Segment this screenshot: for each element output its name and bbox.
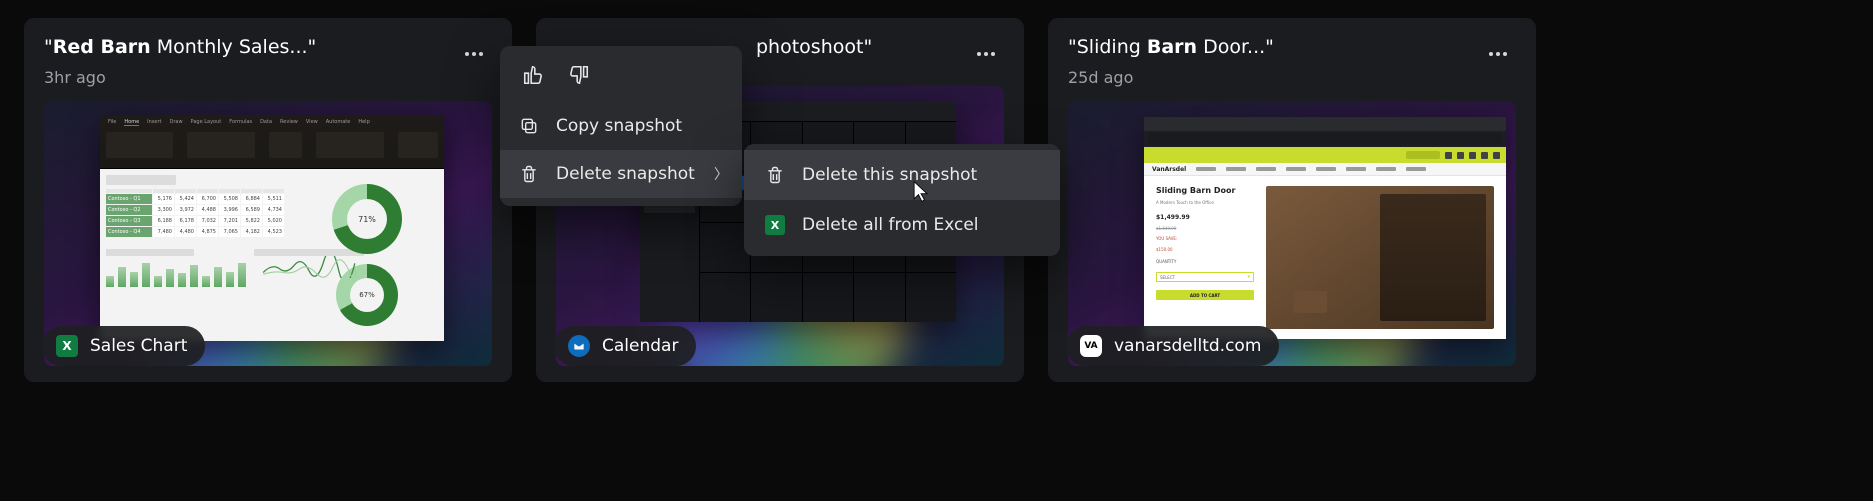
excel-window-mock: FileHomeInsertDrawPage LayoutFormulasDat…	[100, 115, 444, 341]
card-more-button[interactable]	[1480, 36, 1516, 72]
card-title: "Red Barn Monthly Sales..."	[44, 36, 316, 58]
card-title: photoshoot"	[756, 36, 872, 58]
ellipsis-icon	[977, 52, 995, 56]
trash-icon	[518, 163, 540, 185]
source-badge[interactable]: X Sales Chart	[42, 326, 205, 366]
ellipsis-icon	[1489, 52, 1507, 56]
donut-chart: 71%	[332, 184, 402, 254]
card-timestamp: 25d ago	[1068, 68, 1274, 87]
thumbs-up-icon	[522, 64, 544, 86]
browser-window-mock: VanArsdel Sliding Barn Door A Modern Tou…	[1144, 117, 1506, 339]
card-timestamp: 3hr ago	[44, 68, 316, 87]
snapshot-context-menu: Copy snapshot Delete snapshot 〉	[500, 46, 742, 206]
ellipsis-icon	[465, 52, 483, 56]
snapshot-card[interactable]: "Sliding Barn Door..." 25d ago VanArsdel	[1048, 18, 1536, 382]
snapshot-card[interactable]: "Red Barn Monthly Sales..." 3hr ago File…	[24, 18, 512, 382]
source-badge[interactable]: VA vanarsdelltd.com	[1066, 326, 1279, 366]
thumbs-up-button[interactable]	[518, 60, 548, 90]
card-more-button[interactable]	[968, 36, 1004, 72]
menu-delete-all-from-excel[interactable]: X Delete all from Excel	[744, 200, 1060, 250]
excel-icon: X	[56, 335, 78, 357]
trash-icon	[764, 164, 786, 186]
badge-label: Calendar	[602, 336, 678, 356]
badge-label: Sales Chart	[90, 336, 187, 356]
excel-icon: X	[764, 214, 786, 236]
menu-copy-snapshot[interactable]: Copy snapshot	[500, 102, 742, 150]
source-badge[interactable]: Calendar	[554, 326, 696, 366]
thumbs-down-icon	[568, 64, 590, 86]
cursor-icon	[912, 180, 930, 204]
card-title: "Sliding Barn Door..."	[1068, 36, 1274, 58]
outlook-icon	[568, 335, 590, 357]
menu-delete-this-snapshot[interactable]: Delete this snapshot	[744, 150, 1060, 200]
card-more-button[interactable]	[456, 36, 492, 72]
menu-delete-snapshot[interactable]: Delete snapshot 〉	[500, 150, 742, 198]
chevron-right-icon: 〉	[714, 164, 728, 184]
thumbs-down-button[interactable]	[564, 60, 594, 90]
website-icon: VA	[1080, 335, 1102, 357]
copy-icon	[518, 115, 540, 137]
badge-label: vanarsdelltd.com	[1114, 336, 1261, 356]
delete-snapshot-submenu: Delete this snapshot X Delete all from E…	[744, 144, 1060, 256]
